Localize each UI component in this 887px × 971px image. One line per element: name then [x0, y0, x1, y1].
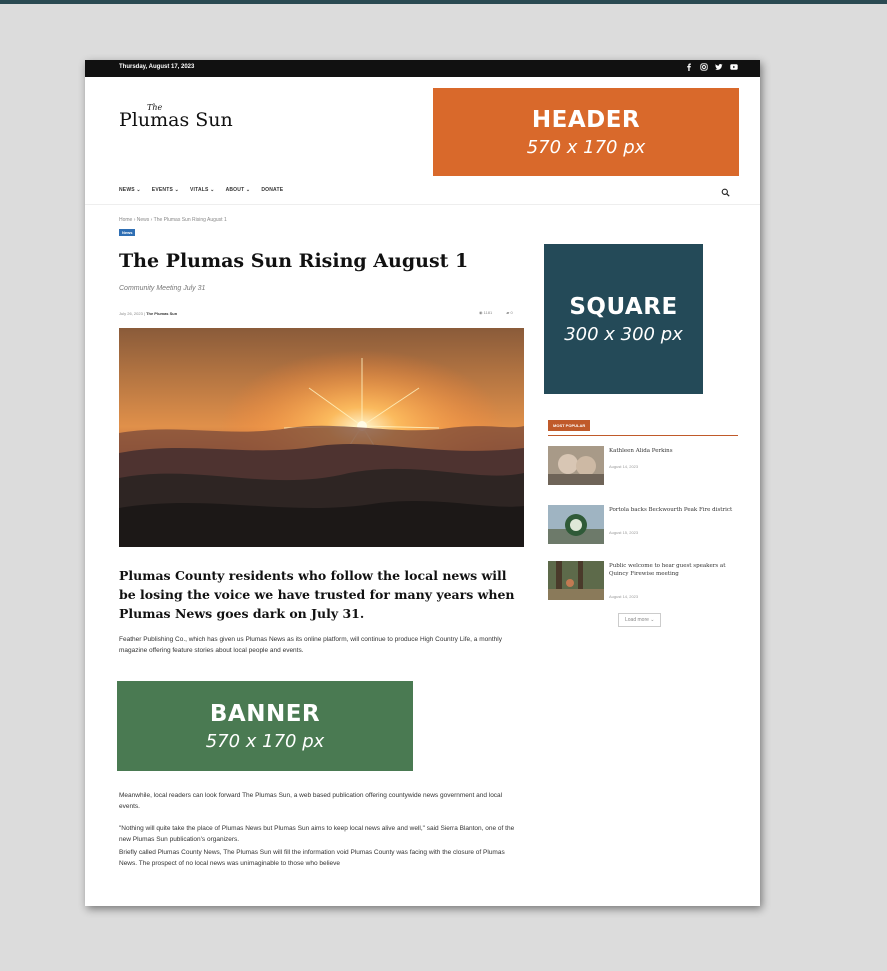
article-paragraph: "Nothing will quite take the place of Pl… [119, 825, 515, 843]
popular-date: August 14, 2023 [609, 464, 639, 469]
breadcrumb[interactable]: Home › News › The Plumas Sun Rising Augu… [119, 217, 227, 223]
ad-label: HEADER [531, 106, 641, 133]
site-logo[interactable]: The Plumas Sun [119, 103, 279, 131]
main-nav: NEWS ⌄ EVENTS ⌄ VITALS ⌄ ABOUT ⌄ DONATE [119, 187, 283, 193]
hero-image-sunset [119, 328, 524, 547]
search-icon[interactable] [721, 184, 730, 202]
twitter-icon[interactable] [715, 63, 723, 71]
facebook-icon[interactable] [685, 63, 693, 71]
article-paragraph: Feather Publishing Co., which has given … [119, 636, 502, 654]
popular-item[interactable]: Public welcome to hear guest speakers at… [548, 561, 738, 603]
article-author[interactable]: The Plumas Sun [146, 311, 177, 316]
article-stats: ◉ 1181 ▰ 0 [479, 310, 513, 315]
article-paragraph: Briefly called Plumas County News, The P… [119, 849, 505, 867]
popular-thumbnail [548, 505, 604, 544]
nav-item-news[interactable]: NEWS ⌄ [119, 187, 141, 193]
logo-name: Plumas Sun [119, 109, 233, 131]
most-popular-underline [548, 435, 738, 436]
popular-date: August 14, 2023 [609, 594, 639, 599]
ad-placeholder-square: SQUARE 300 x 300 px [544, 244, 703, 394]
views-count: ◉ 1181 [479, 310, 492, 315]
views-value: 1181 [483, 310, 493, 315]
youtube-icon[interactable] [730, 63, 738, 71]
ad-placeholder-banner: BANNER 570 x 170 px [117, 681, 413, 771]
article-date: July 26, 2023 [119, 311, 143, 316]
popular-thumbnail [548, 561, 604, 600]
popular-item[interactable]: Portola backs Beckwourth Peak Fire distr… [548, 505, 738, 547]
logo-the: The [147, 103, 163, 112]
eye-icon: ◉ [479, 310, 483, 315]
comment-icon: ▰ [506, 310, 510, 315]
instagram-icon[interactable] [700, 63, 708, 71]
ad-dimensions: 570 x 170 px [526, 136, 646, 158]
article-subtitle: Community Meeting July 31 [119, 285, 206, 292]
article-page-mockup: Thursday, August 17, 2023 The Plumas Sun… [85, 60, 760, 906]
popular-title[interactable]: Kathleen Alida Perkins [609, 447, 737, 455]
article-paragraph: Meanwhile, local readers can look forwar… [119, 792, 503, 810]
popular-title[interactable]: Public welcome to hear guest speakers at… [609, 562, 737, 578]
nav-item-donate[interactable]: DONATE [261, 187, 283, 193]
ad-label: SQUARE [569, 293, 678, 320]
ad-dimensions: 570 x 170 px [205, 730, 325, 752]
top-bar: Thursday, August 17, 2023 [85, 60, 760, 77]
ad-label: BANNER [209, 700, 321, 727]
popular-thumbnail [548, 446, 604, 485]
most-popular-tab[interactable]: MOST POPULAR [548, 420, 591, 431]
popular-item[interactable]: Kathleen Alida Perkins August 14, 2023 [548, 446, 738, 488]
article-lede: Plumas County residents who follow the l… [119, 568, 515, 621]
comments-value: 0 [510, 310, 513, 315]
nav-item-about[interactable]: ABOUT ⌄ [226, 187, 251, 193]
nav-item-vitals[interactable]: VITALS ⌄ [190, 187, 215, 193]
ad-dimensions: 300 x 300 px [564, 323, 683, 345]
nav-item-events[interactable]: EVENTS ⌄ [152, 187, 179, 193]
nav-divider [85, 204, 760, 205]
category-tag[interactable]: News [119, 229, 136, 236]
ad-placeholder-header: HEADER 570 x 170 px [433, 88, 739, 176]
popular-title[interactable]: Portola backs Beckwourth Peak Fire distr… [609, 506, 737, 514]
article-byline: July 26, 2023 | The Plumas Sun [119, 311, 178, 316]
load-more-button[interactable]: Load more ⌄ [618, 613, 662, 627]
popular-date: August 15, 2023 [609, 530, 639, 535]
top-bar-date: Thursday, August 17, 2023 [119, 64, 195, 70]
social-links [685, 63, 738, 71]
article-title: The Plumas Sun Rising August 1 [119, 250, 469, 272]
comments-count[interactable]: ▰ 0 [506, 310, 512, 315]
